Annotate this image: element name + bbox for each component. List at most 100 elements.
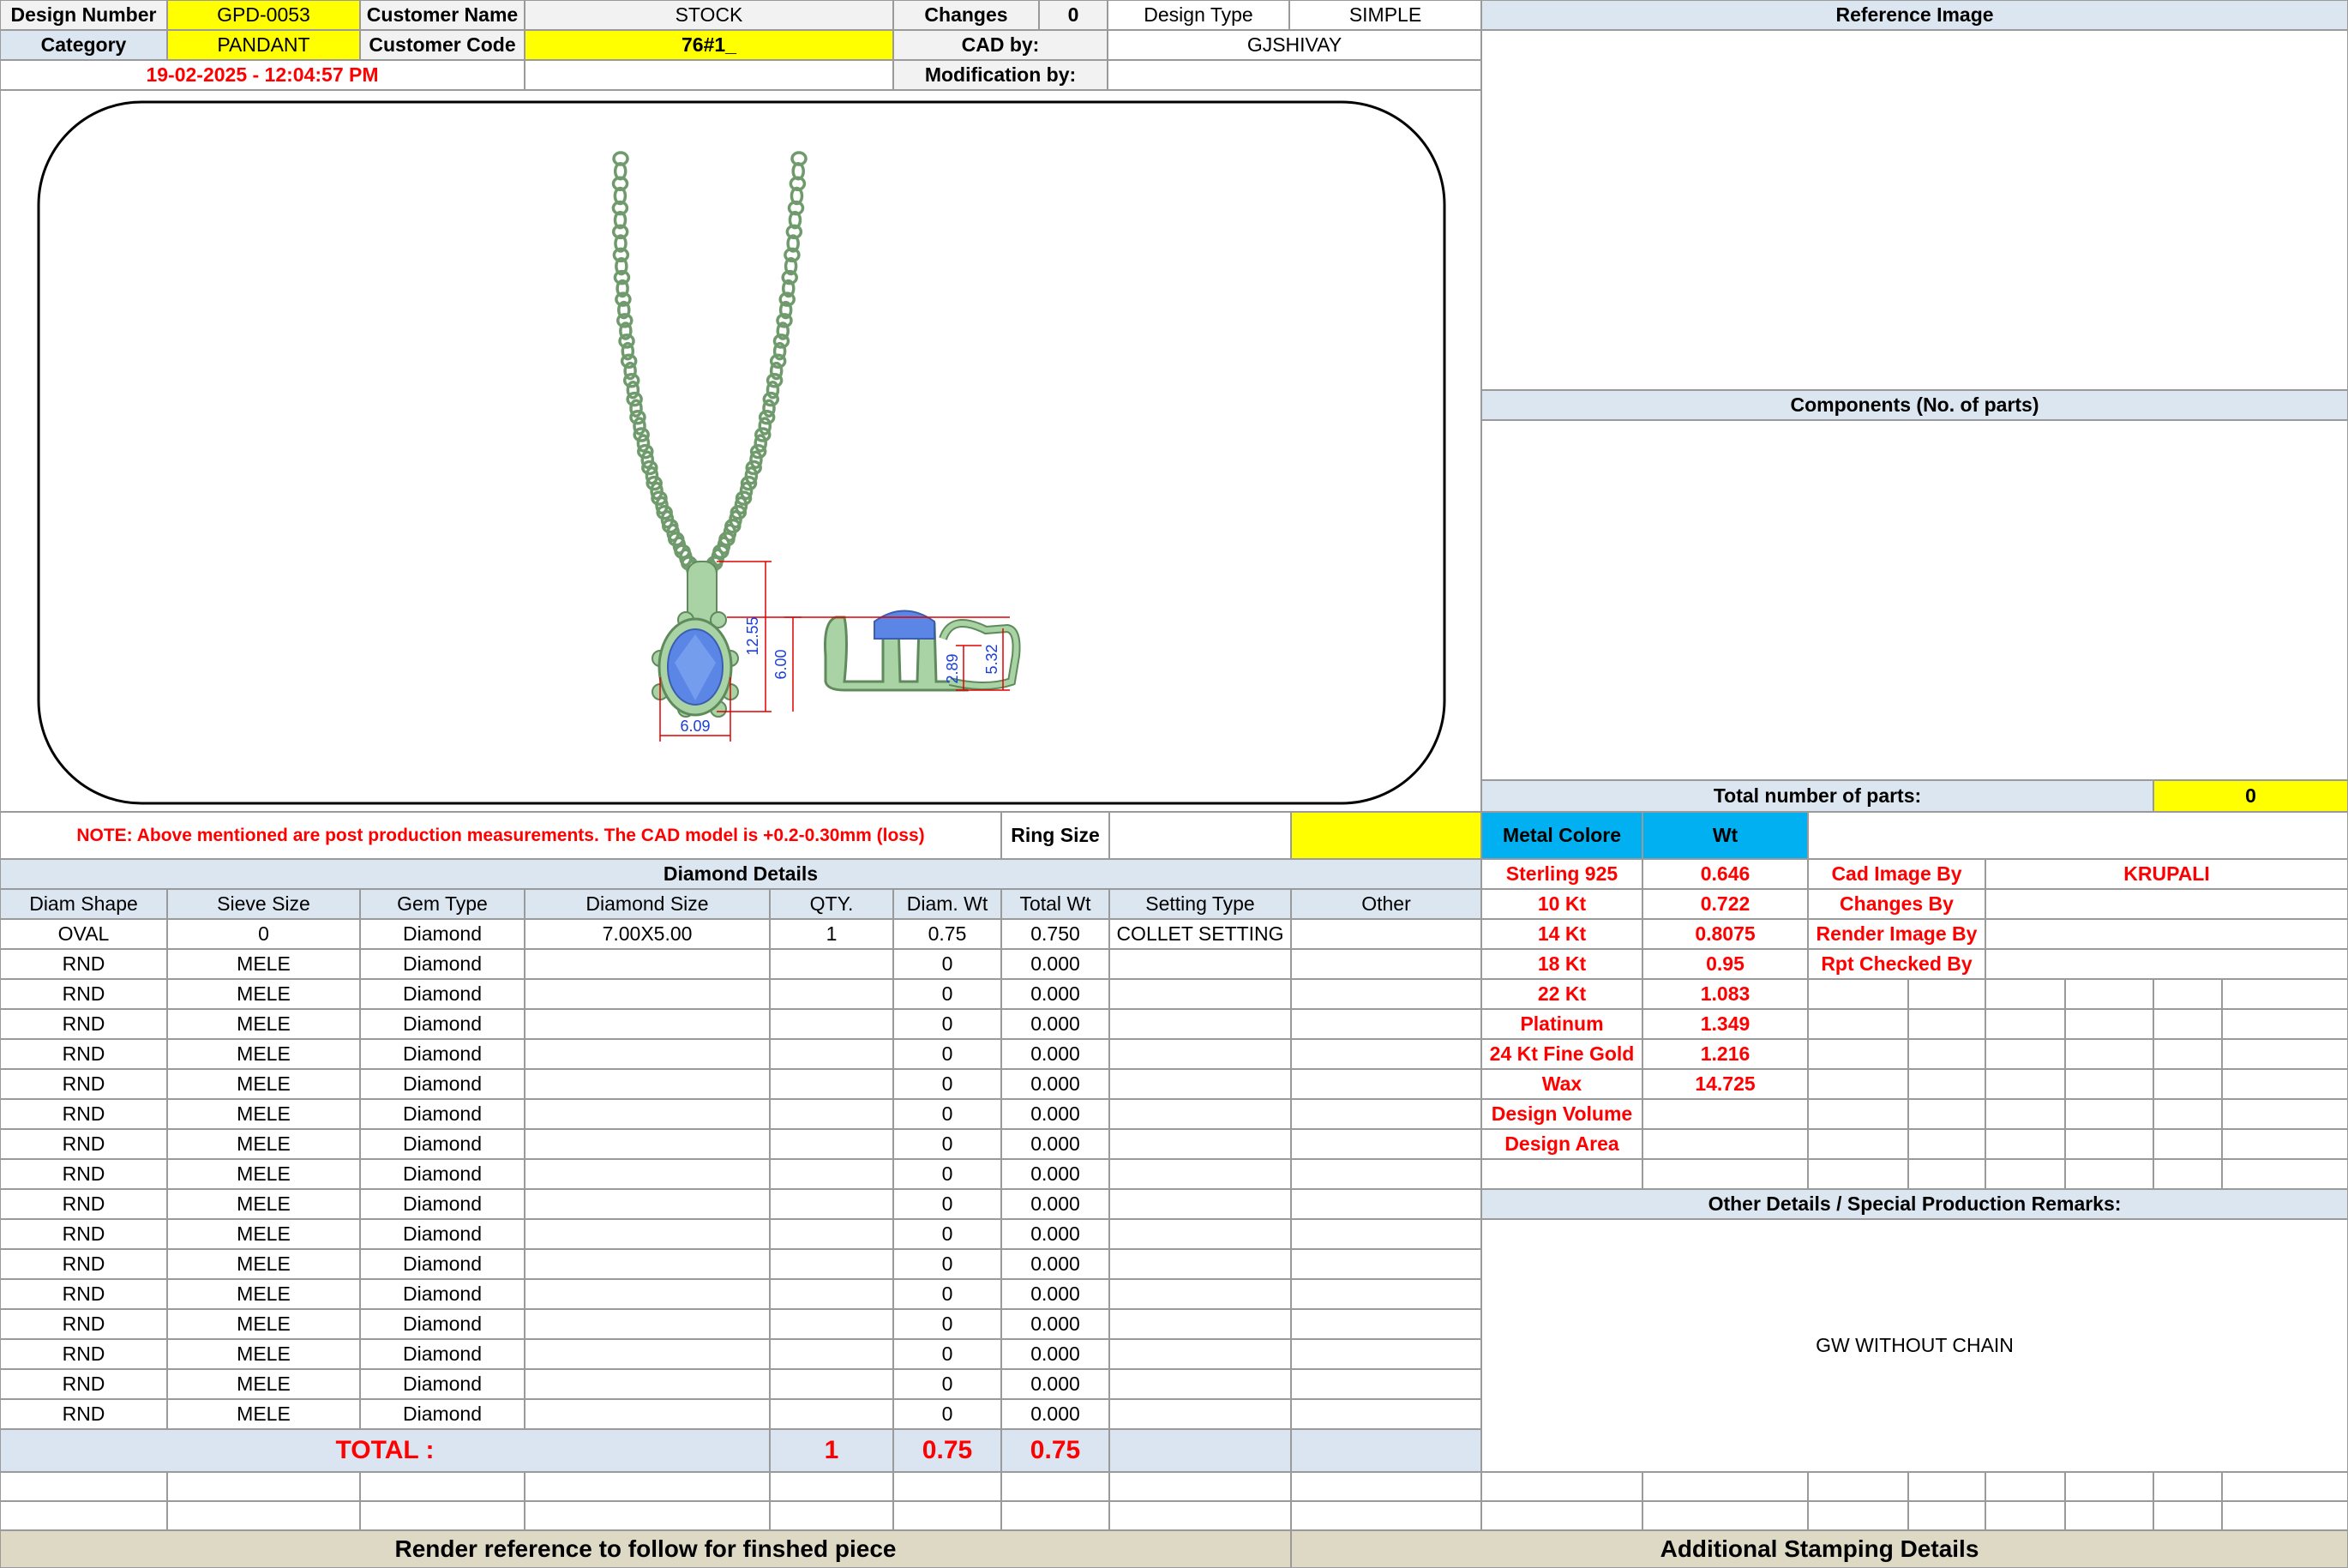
blank-cell[interactable] bbox=[1001, 1501, 1109, 1530]
modification-by-value[interactable] bbox=[1108, 60, 1481, 90]
diamond-cell[interactable] bbox=[1291, 1399, 1481, 1429]
diamond-cell[interactable]: RND bbox=[0, 1279, 167, 1309]
diamond-cell[interactable] bbox=[525, 1129, 770, 1159]
blank-cell[interactable] bbox=[2153, 1501, 2222, 1530]
diamond-cell[interactable]: RND bbox=[0, 1159, 167, 1189]
diamond-cell[interactable]: RND bbox=[0, 1399, 167, 1429]
diamond-cell[interactable]: 0 bbox=[893, 1309, 1001, 1339]
blank-cell[interactable] bbox=[360, 1472, 525, 1501]
grid-cell[interactable] bbox=[2065, 1069, 2153, 1099]
blank-cell[interactable] bbox=[770, 1501, 893, 1530]
diamond-cell[interactable] bbox=[1109, 979, 1291, 1009]
diamond-cell[interactable] bbox=[1291, 1159, 1481, 1189]
diamond-cell[interactable]: 0.000 bbox=[1001, 1369, 1109, 1399]
diamond-cell[interactable] bbox=[1291, 1039, 1481, 1069]
diamond-cell[interactable]: RND bbox=[0, 979, 167, 1009]
grid-cell[interactable] bbox=[2153, 1039, 2222, 1069]
diamond-cell[interactable] bbox=[525, 1189, 770, 1219]
diamond-cell[interactable] bbox=[525, 1009, 770, 1039]
diamond-cell[interactable]: COLLET SETTING bbox=[1109, 919, 1291, 949]
diamond-cell[interactable] bbox=[525, 1369, 770, 1399]
blank-cell[interactable] bbox=[1908, 1501, 1985, 1530]
blank-cell[interactable] bbox=[1481, 1501, 1642, 1530]
ring-size-value[interactable] bbox=[1109, 812, 1291, 859]
diamond-cell[interactable]: Diamond bbox=[360, 1069, 525, 1099]
diamond-cell[interactable]: 7.00X5.00 bbox=[525, 919, 770, 949]
diamond-cell[interactable]: 0.000 bbox=[1001, 1129, 1109, 1159]
diamond-cell[interactable] bbox=[770, 1159, 893, 1189]
diamond-cell[interactable] bbox=[1109, 1159, 1291, 1189]
diamond-cell[interactable]: RND bbox=[0, 1309, 167, 1339]
diamond-cell[interactable] bbox=[1109, 1009, 1291, 1039]
diamond-cell[interactable]: Diamond bbox=[360, 1159, 525, 1189]
diamond-cell[interactable]: Diamond bbox=[360, 1099, 525, 1129]
diamond-cell[interactable] bbox=[770, 1219, 893, 1249]
diamond-cell[interactable] bbox=[770, 1189, 893, 1219]
blank-cell[interactable] bbox=[1001, 1472, 1109, 1501]
diamond-cell[interactable]: 0 bbox=[893, 1249, 1001, 1279]
grid-cell[interactable] bbox=[1908, 1069, 1985, 1099]
diamond-cell[interactable] bbox=[525, 1309, 770, 1339]
diamond-cell[interactable] bbox=[525, 1099, 770, 1129]
grid-cell[interactable] bbox=[2222, 1039, 2348, 1069]
cad-by-value[interactable]: GJSHIVAY bbox=[1108, 30, 1481, 60]
diamond-cell[interactable] bbox=[525, 1279, 770, 1309]
diamond-cell[interactable]: MELE bbox=[167, 1279, 360, 1309]
design-type-value[interactable]: SIMPLE bbox=[1289, 0, 1481, 30]
grid-cell[interactable] bbox=[1908, 1159, 1985, 1189]
diamond-cell[interactable]: 0 bbox=[893, 979, 1001, 1009]
grid-cell[interactable] bbox=[2065, 1039, 2153, 1069]
diamond-cell[interactable]: Diamond bbox=[360, 1399, 525, 1429]
total-parts-value[interactable]: 0 bbox=[2153, 780, 2348, 812]
grid-cell[interactable] bbox=[2222, 1159, 2348, 1189]
diamond-cell[interactable]: 0 bbox=[893, 1219, 1001, 1249]
diamond-cell[interactable] bbox=[525, 949, 770, 979]
blank-cell[interactable] bbox=[1908, 1472, 1985, 1501]
diamond-cell[interactable]: Diamond bbox=[360, 1369, 525, 1399]
diamond-cell[interactable]: MELE bbox=[167, 1309, 360, 1339]
diamond-cell[interactable]: RND bbox=[0, 949, 167, 979]
blank-cell[interactable] bbox=[2065, 1501, 2153, 1530]
blank-cell[interactable] bbox=[1985, 1501, 2065, 1530]
diamond-cell[interactable]: 0 bbox=[893, 949, 1001, 979]
grid-cell[interactable] bbox=[1985, 1129, 2065, 1159]
diamond-cell[interactable] bbox=[1109, 1099, 1291, 1129]
blank-cell[interactable] bbox=[525, 1501, 770, 1530]
diamond-cell[interactable]: Diamond bbox=[360, 1339, 525, 1369]
blank-cell[interactable] bbox=[167, 1472, 360, 1501]
diamond-cell[interactable]: Diamond bbox=[360, 1009, 525, 1039]
blank-cell[interactable] bbox=[525, 1472, 770, 1501]
metal-weight[interactable]: 0.722 bbox=[1642, 889, 1808, 919]
diamond-cell[interactable]: 0 bbox=[893, 1279, 1001, 1309]
diamond-cell[interactable]: Diamond bbox=[360, 1039, 525, 1069]
grid-cell[interactable] bbox=[2153, 1129, 2222, 1159]
grid-cell[interactable] bbox=[2153, 979, 2222, 1009]
blank-cell[interactable] bbox=[1291, 1501, 1481, 1530]
diamond-cell[interactable]: 0 bbox=[893, 1339, 1001, 1369]
diamond-cell[interactable] bbox=[770, 1129, 893, 1159]
customer-name-value[interactable]: STOCK bbox=[525, 0, 893, 30]
diamond-cell[interactable]: RND bbox=[0, 1339, 167, 1369]
diamond-cell[interactable]: MELE bbox=[167, 1009, 360, 1039]
blank-cell[interactable] bbox=[2222, 1472, 2348, 1501]
metal-weight[interactable]: 0.95 bbox=[1642, 949, 1808, 979]
grid-cell[interactable] bbox=[2065, 1159, 2153, 1189]
diamond-cell[interactable]: Diamond bbox=[360, 1309, 525, 1339]
diamond-cell[interactable] bbox=[1291, 1339, 1481, 1369]
diamond-cell[interactable]: 1 bbox=[770, 919, 893, 949]
diamond-cell[interactable]: 0.000 bbox=[1001, 979, 1109, 1009]
grid-cell[interactable] bbox=[1985, 1009, 2065, 1039]
diamond-cell[interactable] bbox=[1291, 1279, 1481, 1309]
blank-cell[interactable] bbox=[1109, 1501, 1291, 1530]
blank-cell[interactable] bbox=[2153, 1472, 2222, 1501]
grid-cell[interactable] bbox=[1808, 1099, 1908, 1129]
grid-cell[interactable] bbox=[2065, 1099, 2153, 1129]
metal-weight[interactable]: 1.216 bbox=[1642, 1039, 1808, 1069]
diamond-cell[interactable]: 0 bbox=[167, 919, 360, 949]
diamond-cell[interactable]: 0 bbox=[893, 1039, 1001, 1069]
grid-cell[interactable] bbox=[2222, 979, 2348, 1009]
credit-value[interactable] bbox=[1985, 919, 2348, 949]
diamond-cell[interactable]: Diamond bbox=[360, 979, 525, 1009]
grid-cell[interactable] bbox=[1808, 1159, 1908, 1189]
diamond-cell[interactable]: RND bbox=[0, 1069, 167, 1099]
